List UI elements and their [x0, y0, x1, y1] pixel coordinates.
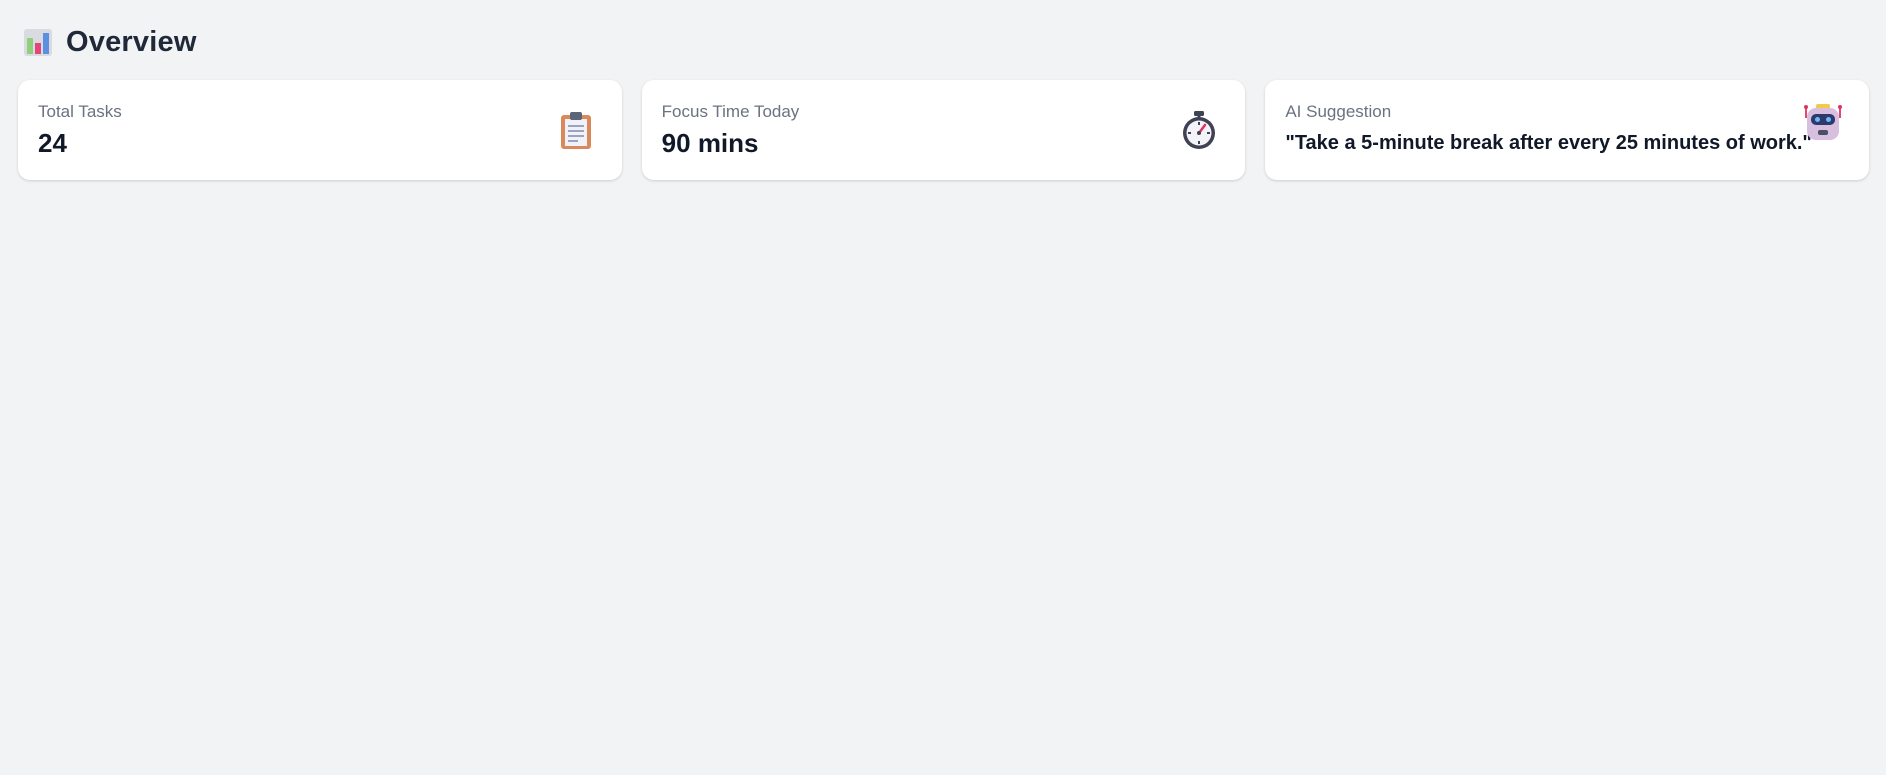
focus-time-card: Focus Time Today 90 mins [641, 80, 1246, 180]
robot-icon [1804, 104, 1843, 140]
card-value: 24 [38, 128, 67, 158]
page-title: Overview [66, 25, 197, 58]
bar-chart-icon [24, 29, 52, 56]
card-label: AI Suggestion [1285, 102, 1392, 121]
card-label: Focus Time Today [661, 102, 800, 121]
total-tasks-card: Total Tasks 24 [18, 80, 622, 180]
card-value: 90 mins [661, 128, 759, 158]
card-label: Total Tasks [38, 102, 122, 121]
stopwatch-icon [1183, 111, 1216, 149]
page-header: Overview [22, 24, 197, 60]
ai-suggestion-card: AI Suggestion "Take a 5-minute break aft… [1265, 80, 1870, 180]
stats-cards: Total Tasks 24 Focus Time Today 90 mins [18, 80, 1870, 180]
clipboard-icon [560, 112, 591, 149]
ai-suggestion-text: "Take a 5-minute break after every 25 mi… [1285, 132, 1812, 154]
